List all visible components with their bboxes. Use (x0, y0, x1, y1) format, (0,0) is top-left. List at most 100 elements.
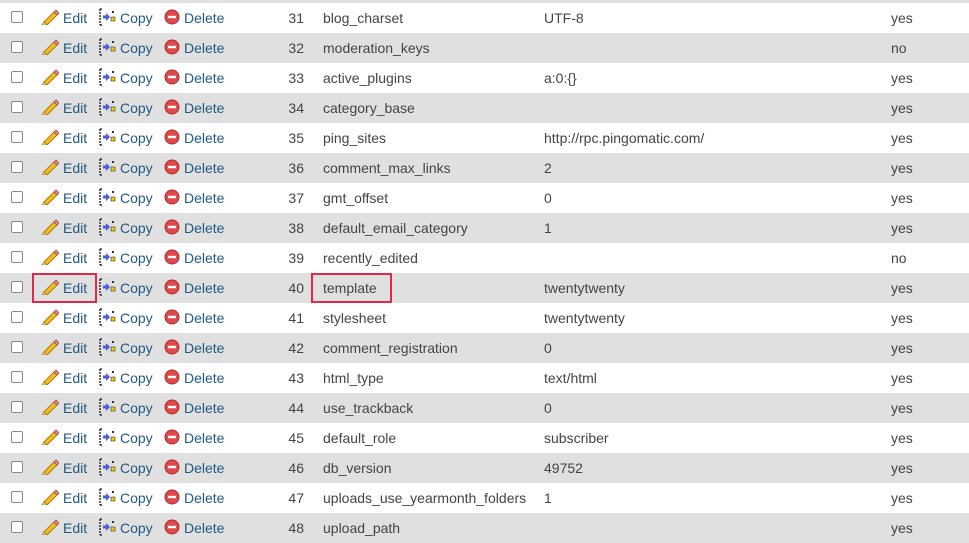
table-row: Edit Copy Delete 3 (0, 33, 969, 63)
option-id: 41 (288, 310, 304, 326)
option-id: 48 (288, 520, 304, 536)
row-checkbox[interactable] (11, 491, 23, 503)
delete-label: Delete (184, 340, 225, 356)
copy-button[interactable]: Copy (98, 243, 153, 273)
copy-button[interactable]: Copy (98, 513, 153, 543)
row-checkbox[interactable] (11, 311, 23, 323)
delete-button[interactable]: Delete (164, 333, 224, 363)
copy-button[interactable]: Copy (98, 3, 153, 33)
copy-icon (98, 307, 116, 329)
pencil-icon (41, 158, 60, 178)
delete-button[interactable]: Delete (164, 213, 224, 243)
edit-button[interactable]: Edit (41, 213, 87, 243)
edit-label: Edit (63, 40, 88, 56)
row-checkbox[interactable] (11, 521, 23, 533)
delete-button[interactable]: Delete (164, 63, 224, 93)
copy-button[interactable]: Copy (98, 423, 153, 453)
copy-button[interactable]: Copy (98, 273, 153, 303)
row-checkbox[interactable] (11, 161, 23, 173)
edit-button[interactable]: Edit (41, 423, 87, 453)
edit-button[interactable]: Edit (41, 303, 87, 333)
edit-button[interactable]: Edit (41, 363, 87, 393)
edit-button[interactable]: Edit (41, 333, 87, 363)
row-checkbox[interactable] (11, 221, 23, 233)
row-checkbox[interactable] (11, 131, 23, 143)
copy-icon (98, 487, 116, 509)
edit-button[interactable]: Edit (41, 3, 87, 33)
option-name: active_plugins (323, 70, 412, 86)
option-value: 49752 (544, 460, 583, 476)
delete-button[interactable]: Delete (164, 453, 224, 483)
copy-button[interactable]: Copy (98, 363, 153, 393)
row-checkbox[interactable] (11, 101, 23, 113)
edit-button[interactable]: Edit (41, 153, 87, 183)
edit-button[interactable]: Edit (41, 63, 87, 93)
autoload: yes (891, 100, 913, 116)
row-checkbox[interactable] (11, 431, 23, 443)
delete-button[interactable]: Delete (164, 183, 224, 213)
autoload: no (891, 250, 907, 266)
copy-button[interactable]: Copy (98, 333, 153, 363)
option-name: blog_charset (323, 10, 404, 26)
copy-button[interactable]: Copy (98, 63, 153, 93)
edit-button[interactable]: Edit (41, 453, 87, 483)
row-checkbox[interactable] (11, 191, 23, 203)
pencil-icon (41, 68, 60, 88)
edit-button[interactable]: Edit (41, 483, 87, 513)
row-checkbox[interactable] (11, 281, 23, 293)
edit-button[interactable]: Edit (41, 123, 87, 153)
copy-button[interactable]: Copy (98, 93, 153, 123)
delete-button[interactable]: Delete (164, 153, 224, 183)
copy-icon (98, 37, 116, 59)
row-checkbox[interactable] (11, 401, 23, 413)
edit-label: Edit (63, 520, 88, 536)
copy-icon (98, 277, 116, 299)
row-checkbox[interactable] (11, 341, 23, 353)
delete-icon (164, 339, 180, 358)
edit-button[interactable]: Edit (41, 243, 87, 273)
edit-button[interactable]: Edit (41, 393, 87, 423)
edit-button[interactable]: Edit (41, 93, 87, 123)
copy-button[interactable]: Copy (98, 453, 153, 483)
delete-label: Delete (184, 160, 225, 176)
delete-button[interactable]: Delete (164, 33, 224, 63)
delete-button[interactable]: Delete (164, 3, 224, 33)
delete-button[interactable]: Delete (164, 303, 224, 333)
delete-icon (164, 39, 180, 58)
copy-button[interactable]: Copy (98, 183, 153, 213)
edit-label: Edit (63, 340, 88, 356)
autoload: yes (891, 70, 913, 86)
delete-button[interactable]: Delete (164, 363, 224, 393)
copy-label: Copy (120, 400, 153, 416)
row-checkbox[interactable] (11, 371, 23, 383)
delete-button[interactable]: Delete (164, 243, 224, 273)
delete-button[interactable]: Delete (164, 423, 224, 453)
edit-label: Edit (63, 160, 88, 176)
copy-button[interactable]: Copy (98, 33, 153, 63)
edit-button[interactable]: Edit (41, 273, 87, 303)
delete-button[interactable]: Delete (164, 483, 224, 513)
edit-button[interactable]: Edit (41, 183, 87, 213)
copy-button[interactable]: Copy (98, 483, 153, 513)
copy-button[interactable]: Copy (98, 153, 153, 183)
delete-label: Delete (184, 70, 225, 86)
edit-button[interactable]: Edit (41, 33, 87, 63)
row-checkbox[interactable] (11, 71, 23, 83)
row-checkbox[interactable] (11, 41, 23, 53)
copy-button[interactable]: Copy (98, 303, 153, 333)
row-checkbox[interactable] (11, 11, 23, 23)
delete-button[interactable]: Delete (164, 513, 224, 543)
pencil-icon (41, 458, 60, 478)
row-checkbox[interactable] (11, 461, 23, 473)
delete-button[interactable]: Delete (164, 93, 224, 123)
copy-button[interactable]: Copy (98, 123, 153, 153)
row-checkbox[interactable] (11, 251, 23, 263)
copy-button[interactable]: Copy (98, 213, 153, 243)
copy-button[interactable]: Copy (98, 393, 153, 423)
delete-button[interactable]: Delete (164, 393, 224, 423)
delete-label: Delete (184, 10, 225, 26)
delete-button[interactable]: Delete (164, 273, 224, 303)
delete-button[interactable]: Delete (164, 123, 224, 153)
delete-icon (164, 69, 180, 88)
edit-button[interactable]: Edit (41, 513, 87, 543)
